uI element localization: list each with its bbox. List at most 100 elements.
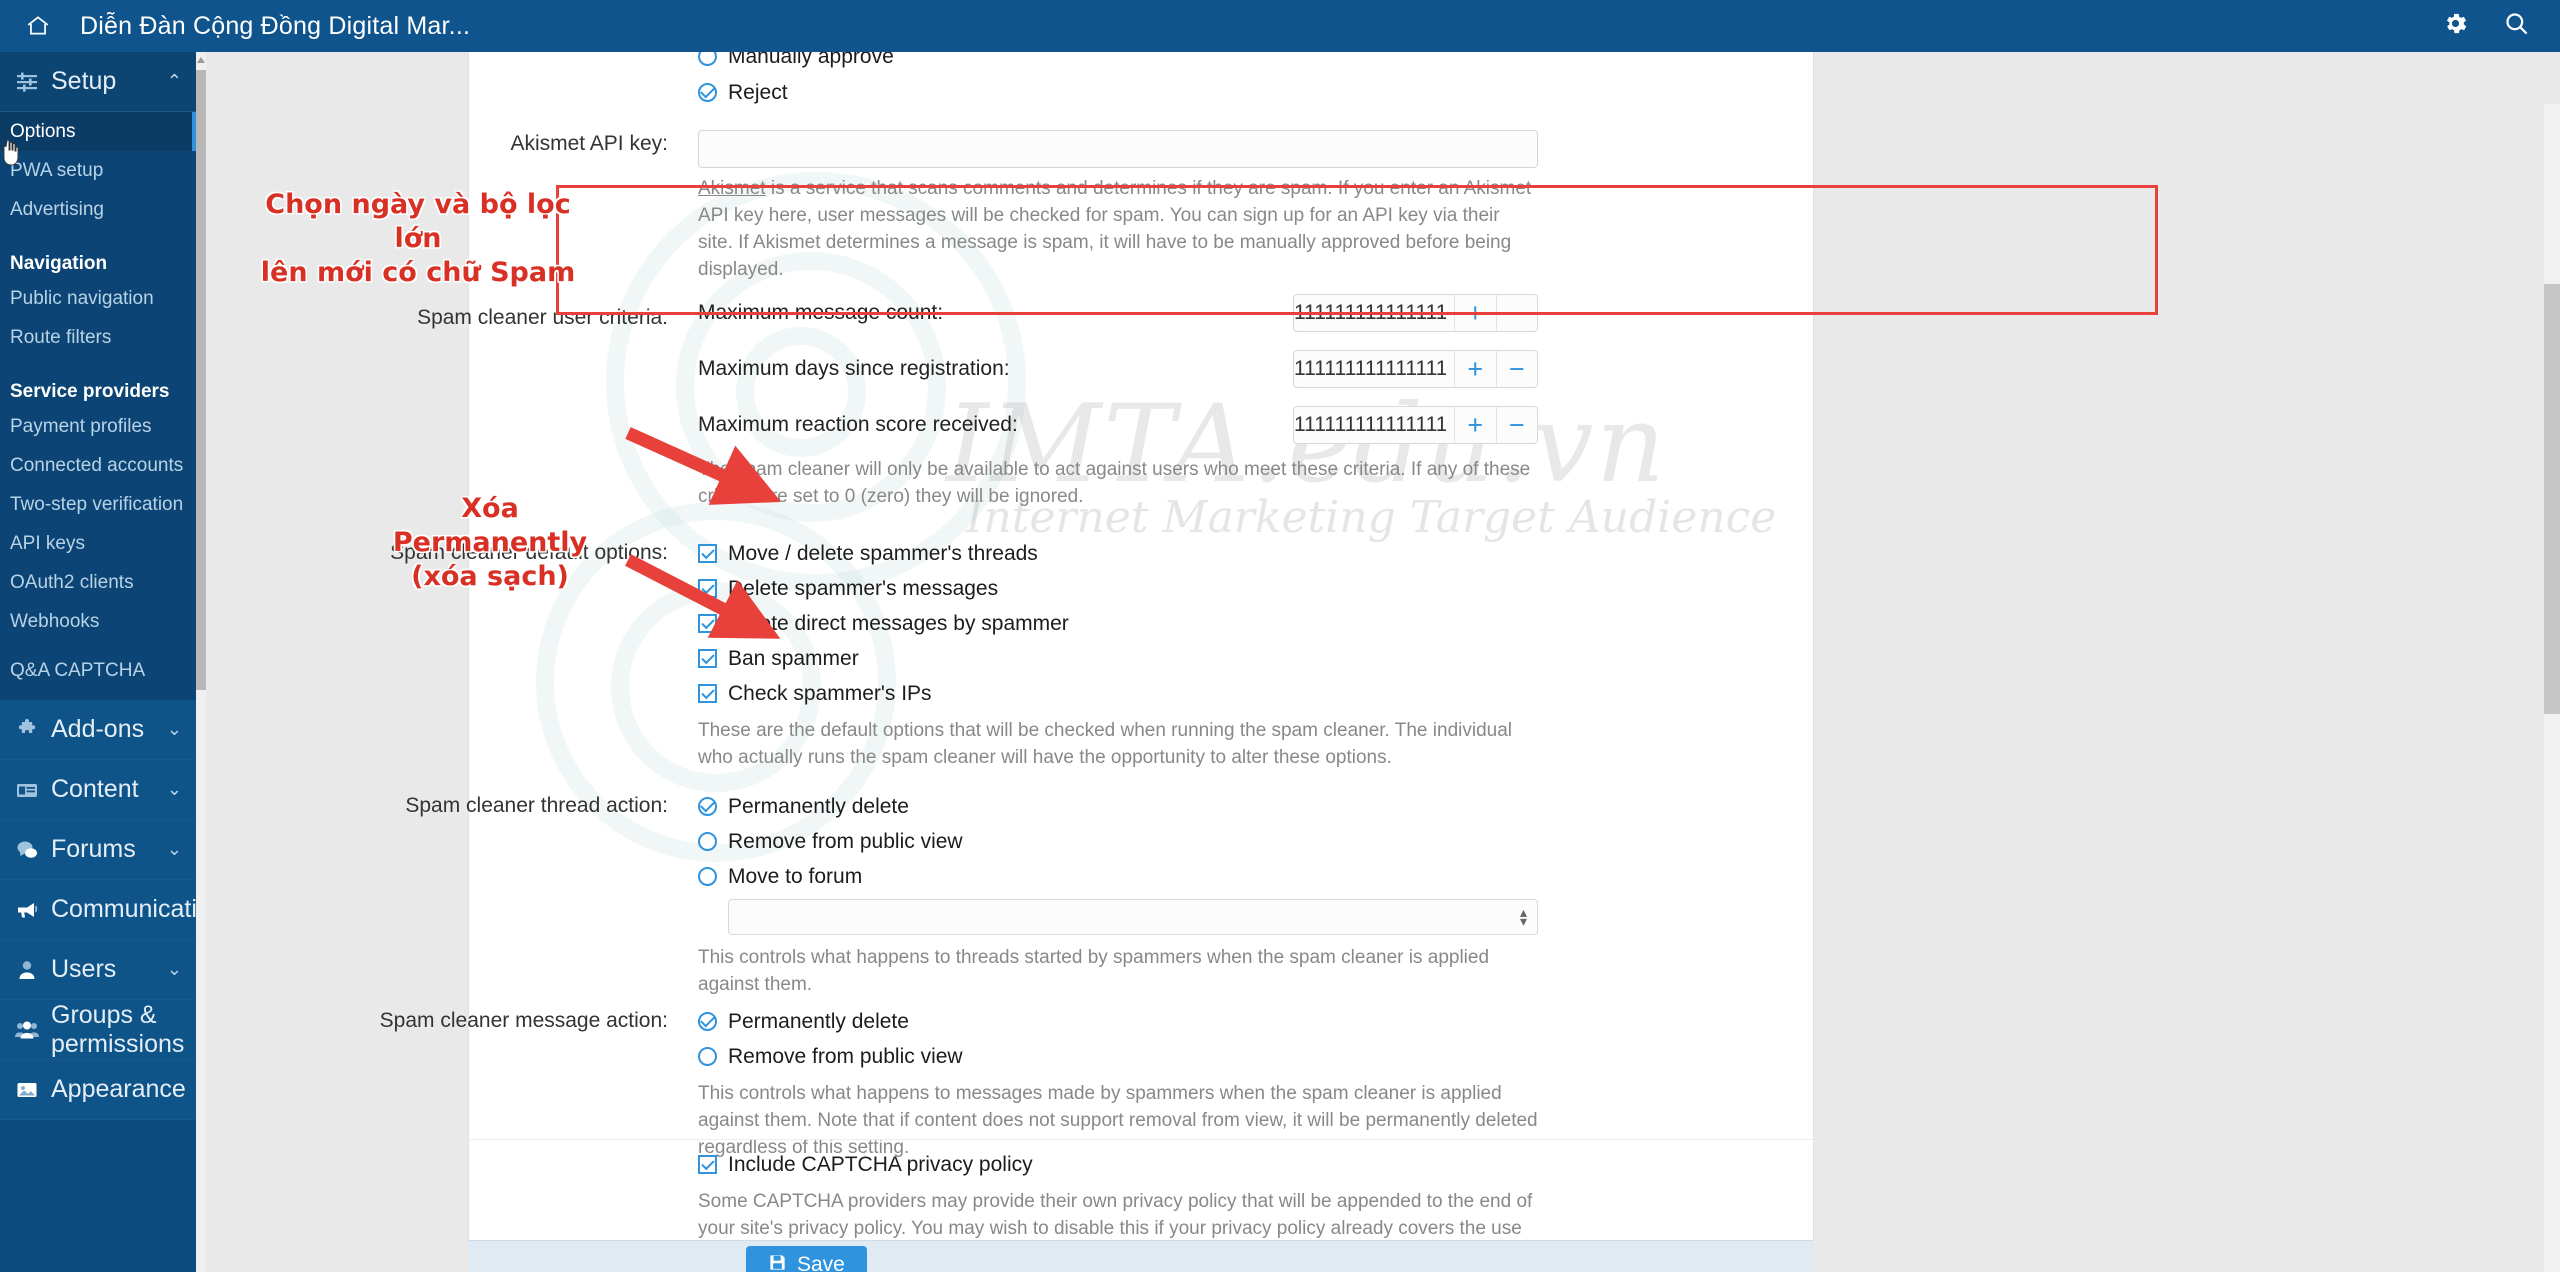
users-group-icon (14, 1017, 40, 1043)
sidebar-category-content[interactable]: Content ⌄ (0, 760, 196, 820)
move-to-forum-select[interactable]: ▴ ▾ (728, 899, 1538, 935)
checkbox-include-captcha-privacy[interactable]: Include CAPTCHA privacy policy (698, 1150, 1538, 1179)
sidebar-item-api-keys[interactable]: API keys (0, 524, 196, 563)
sidebar-item-advertising[interactable]: Advertising (0, 190, 196, 229)
checkbox-delete-direct-messages[interactable]: Delete direct messages by spammer (698, 609, 1538, 638)
sidebar-category-label: Content (51, 775, 139, 803)
checkbox-move-delete-threads[interactable]: Move / delete spammer's threads (698, 539, 1538, 568)
radio-icon-selected[interactable] (698, 1012, 717, 1031)
sidebar-category-label: Add-ons (51, 715, 145, 743)
sidebar-item-qa-captcha[interactable]: Q&A CAPTCHA (0, 651, 196, 690)
page-scrollbar-track[interactable] (2544, 104, 2560, 1272)
option-label: Delete spammer's messages (728, 576, 999, 600)
max-days-label: Maximum days since registration: (698, 357, 1010, 380)
save-button[interactable]: Save (746, 1246, 867, 1272)
checkbox-delete-messages[interactable]: Delete spammer's messages (698, 574, 1538, 603)
sidebar-item-options[interactable]: Options (0, 112, 196, 151)
increment-button[interactable]: + (1454, 407, 1496, 443)
sidebar-item-connected-accounts[interactable]: Connected accounts (0, 446, 196, 485)
sidebar-category-label: Setup (51, 67, 117, 95)
chevron-up-icon[interactable]: ⌃ (167, 71, 182, 92)
checkbox-icon-checked[interactable] (698, 544, 717, 563)
akismet-link[interactable]: Akismet (698, 178, 766, 199)
decrement-button[interactable]: − (1495, 351, 1537, 387)
image-icon (14, 1077, 40, 1103)
sidebar-category-forums[interactable]: Forums ⌄ (0, 820, 196, 880)
sidebar-item-oauth2-clients[interactable]: OAuth2 clients (0, 563, 196, 602)
user-icon (14, 957, 40, 983)
sidebar-category-add-ons[interactable]: Add-ons ⌄ (0, 700, 196, 760)
select-arrows-icon: ▴ ▾ (1519, 904, 1527, 929)
radio-icon[interactable] (698, 867, 717, 886)
radio-message-remove-public-view[interactable]: Remove from public view (698, 1042, 1538, 1071)
checkbox-check-ips[interactable]: Check spammer's IPs (698, 679, 1538, 708)
radio-thread-move-to-forum[interactable]: Move to forum (698, 862, 1538, 891)
page-scrollbar-thumb[interactable] (2544, 284, 2560, 714)
site-title: Diễn Đàn Cộng Đồng Digital Mar... (80, 11, 471, 40)
checkbox-icon-checked[interactable] (698, 649, 717, 668)
sidebar-item-public-navigation[interactable]: Public navigation (0, 279, 196, 318)
radio-icon-selected[interactable] (698, 797, 717, 816)
max-reaction-input[interactable] (1294, 407, 1454, 443)
sidebar-setup-items: Options PWA setup Advertising Navigation… (0, 112, 196, 700)
sidebar-scrollbar-thumb[interactable] (196, 70, 206, 690)
checkbox-icon-checked[interactable] (698, 614, 717, 633)
radio-icon[interactable] (698, 1047, 717, 1066)
akismet-api-key-input[interactable] (698, 130, 1538, 168)
radio-message-permanently-delete[interactable]: Permanently delete (698, 1007, 1538, 1036)
sidebar-heading-navigation: Navigation (10, 253, 108, 274)
max-reaction-label: Maximum reaction score received: (698, 413, 1018, 436)
radio-icon-selected[interactable] (698, 83, 717, 102)
chevron-down-icon[interactable]: ⌄ (167, 719, 182, 740)
radio-thread-remove-public-view[interactable]: Remove from public view (698, 827, 1538, 856)
radio-thread-permanently-delete[interactable]: Permanently delete (698, 792, 1538, 821)
sidebar-item-two-step-verification[interactable]: Two-step verification (0, 485, 196, 524)
approval-options-row: Manually approve Reject (206, 52, 1552, 107)
option-label: Check spammer's IPs (728, 681, 932, 705)
chevron-down-icon[interactable]: ⌄ (167, 839, 182, 860)
radio-reject[interactable]: Reject (698, 78, 1538, 107)
sidebar-category-communication[interactable]: Communication ⌄ (0, 880, 196, 940)
sidebar-item-webhooks[interactable]: Webhooks (0, 602, 196, 641)
option-label: Ban spammer (728, 646, 859, 670)
option-label: Include CAPTCHA privacy policy (728, 1152, 1033, 1176)
checkbox-ban-spammer[interactable]: Ban spammer (698, 644, 1538, 673)
sidebar-category-label: Appearance (51, 1075, 186, 1103)
checkbox-icon-checked[interactable] (698, 1155, 717, 1174)
sidebar-item-route-filters[interactable]: Route filters (0, 318, 196, 357)
max-days-stepper[interactable]: + − (1293, 350, 1538, 388)
radio-icon[interactable] (698, 52, 717, 66)
sidebar-item-pwa-setup[interactable]: PWA setup (0, 151, 196, 190)
chevron-down-icon[interactable]: ⌄ (167, 959, 182, 980)
home-icon[interactable] (18, 13, 58, 39)
option-label: Move / delete spammer's threads (728, 541, 1038, 565)
sidebar-category-groups-permissions[interactable]: Groups & permissions ⌄ (0, 1000, 196, 1060)
search-icon[interactable] (2503, 10, 2530, 43)
option-label: Remove from public view (728, 829, 963, 853)
increment-button[interactable]: + (1454, 351, 1496, 387)
radio-icon[interactable] (698, 832, 717, 851)
content-area: IMTA.edu.vn Internet Marketing Target Au… (206, 52, 2560, 1272)
max-reaction-stepper[interactable]: + − (1293, 406, 1538, 444)
max-message-count-stepper[interactable]: + − (1293, 294, 1538, 332)
increment-button[interactable]: + (1454, 295, 1496, 331)
gear-icon[interactable] (2442, 10, 2469, 43)
sidebar-item-payment-profiles[interactable]: Payment profiles (0, 407, 196, 446)
checkbox-icon-checked[interactable] (698, 684, 717, 703)
top-bar: Diễn Đàn Cộng Đồng Digital Mar... (0, 0, 2560, 52)
sidebar-category-appearance[interactable]: Appearance ⌄ (0, 1060, 196, 1120)
chevron-down-icon[interactable]: ⌄ (167, 779, 182, 800)
checkbox-icon-checked[interactable] (698, 579, 717, 598)
radio-manually-approve[interactable]: Manually approve (698, 52, 1538, 71)
decrement-button[interactable]: − (1495, 407, 1537, 443)
sidebar-category-setup[interactable]: Setup ⌃ (0, 52, 196, 112)
max-message-count-label: Maximum message count: (698, 301, 944, 324)
max-message-count-input[interactable] (1294, 295, 1454, 331)
sidebar-scroll-up-arrow[interactable] (196, 52, 206, 68)
max-days-input[interactable] (1294, 351, 1454, 387)
section-divider (468, 1139, 1814, 1140)
decrement-button[interactable]: − (1495, 295, 1537, 331)
user-criteria-help: The spam cleaner will only be available … (698, 459, 1531, 507)
sidebar-category-users[interactable]: Users ⌄ (0, 940, 196, 1000)
